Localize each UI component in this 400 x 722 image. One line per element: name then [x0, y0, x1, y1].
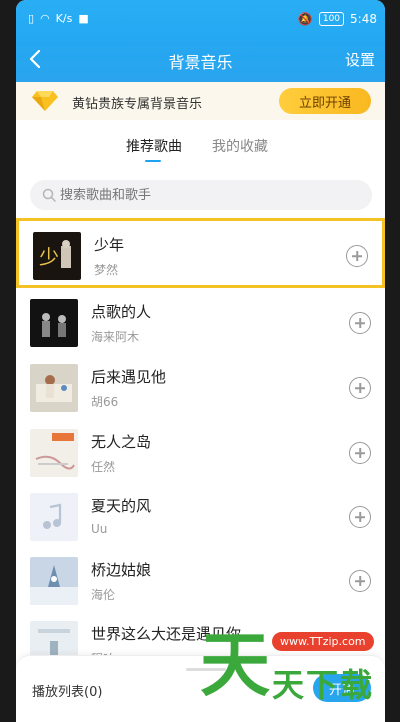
- search-icon: [42, 188, 56, 202]
- album-cover: [30, 493, 78, 541]
- song-title: 世界这么大还是遇见你: [91, 625, 242, 643]
- song-title: 夏天的风: [91, 497, 152, 515]
- list-item-song[interactable]: 后来遇见他 胡66: [16, 353, 385, 423]
- svg-text:少: 少: [39, 245, 59, 269]
- notification-icon: ■: [78, 12, 89, 25]
- status-right: 🔕 100 5:48: [298, 12, 377, 26]
- song-artist: Uu: [91, 522, 108, 536]
- page-title: 背景音乐: [168, 53, 233, 72]
- status-time: 5:48: [350, 12, 377, 26]
- add-song-button[interactable]: [349, 506, 371, 528]
- bottom-player-bar: 播放列表(0) 开通: [16, 655, 385, 722]
- song-title: 桥边姑娘: [91, 561, 152, 579]
- album-cover: [30, 299, 78, 347]
- list-item-song[interactable]: 少 少年 梦然: [16, 218, 385, 288]
- vip-banner: 黄钻贵族专属背景音乐 立即开通: [16, 82, 385, 120]
- tab-bar: 推荐歌曲 我的收藏: [16, 132, 385, 162]
- active-tab-indicator: [145, 160, 161, 162]
- list-item-song[interactable]: 夏天的风 Uu: [16, 482, 385, 552]
- add-song-button[interactable]: [349, 570, 371, 592]
- song-artist: 梦然: [94, 263, 119, 277]
- add-song-button[interactable]: [349, 442, 371, 464]
- song-artist: 胡66: [91, 395, 119, 409]
- mute-icon: 🔕: [297, 12, 313, 26]
- vip-activate-button[interactable]: 立即开通: [279, 88, 371, 114]
- playlist-button[interactable]: 播放列表(0): [32, 681, 102, 700]
- album-cover: [30, 429, 78, 477]
- add-song-button[interactable]: [346, 245, 368, 267]
- app-screen: ▯ ◠ K/s ■ 🔕 100 5:48 背景音乐 设置 黄钻贵族专属背景音乐 …: [16, 0, 385, 722]
- tab-recommended[interactable]: 推荐歌曲: [126, 136, 182, 156]
- open-vip-button[interactable]: 开通: [313, 674, 371, 702]
- song-title: 少年: [94, 236, 125, 254]
- list-item-song[interactable]: 点歌的人 海来阿木: [16, 288, 385, 358]
- search-bar[interactable]: [30, 180, 372, 210]
- wifi-icon: ◠: [40, 12, 50, 25]
- add-song-button[interactable]: [349, 377, 371, 399]
- list-item-song[interactable]: 无人之岛 任然: [16, 418, 385, 488]
- drag-handle[interactable]: [186, 668, 226, 671]
- song-title: 点歌的人: [91, 303, 152, 321]
- tab-favorites[interactable]: 我的收藏: [212, 136, 268, 156]
- song-artist: 海伦: [91, 588, 116, 602]
- sim-icon: ▯: [28, 12, 35, 25]
- song-artist: 任然: [91, 460, 116, 474]
- top-nav-bar: 背景音乐 设置: [16, 36, 385, 82]
- vip-banner-text: 黄钻贵族专属背景音乐: [72, 97, 203, 112]
- song-title: 后来遇见他: [91, 368, 167, 386]
- battery-level: 100: [318, 12, 345, 26]
- search-input[interactable]: [60, 185, 340, 205]
- song-artist: 海来阿木: [91, 330, 140, 344]
- list-item-song[interactable]: 桥边姑娘 海伦: [16, 546, 385, 616]
- add-song-button[interactable]: [349, 312, 371, 334]
- song-title: 无人之岛: [91, 433, 152, 451]
- album-cover: [30, 557, 78, 605]
- album-cover: 少: [33, 232, 81, 280]
- status-left: ▯ ◠ K/s ■: [28, 12, 89, 25]
- settings-button[interactable]: 设置: [345, 49, 375, 70]
- diamond-icon: [32, 91, 58, 111]
- album-cover: [30, 364, 78, 412]
- network-speed: K/s: [55, 12, 73, 25]
